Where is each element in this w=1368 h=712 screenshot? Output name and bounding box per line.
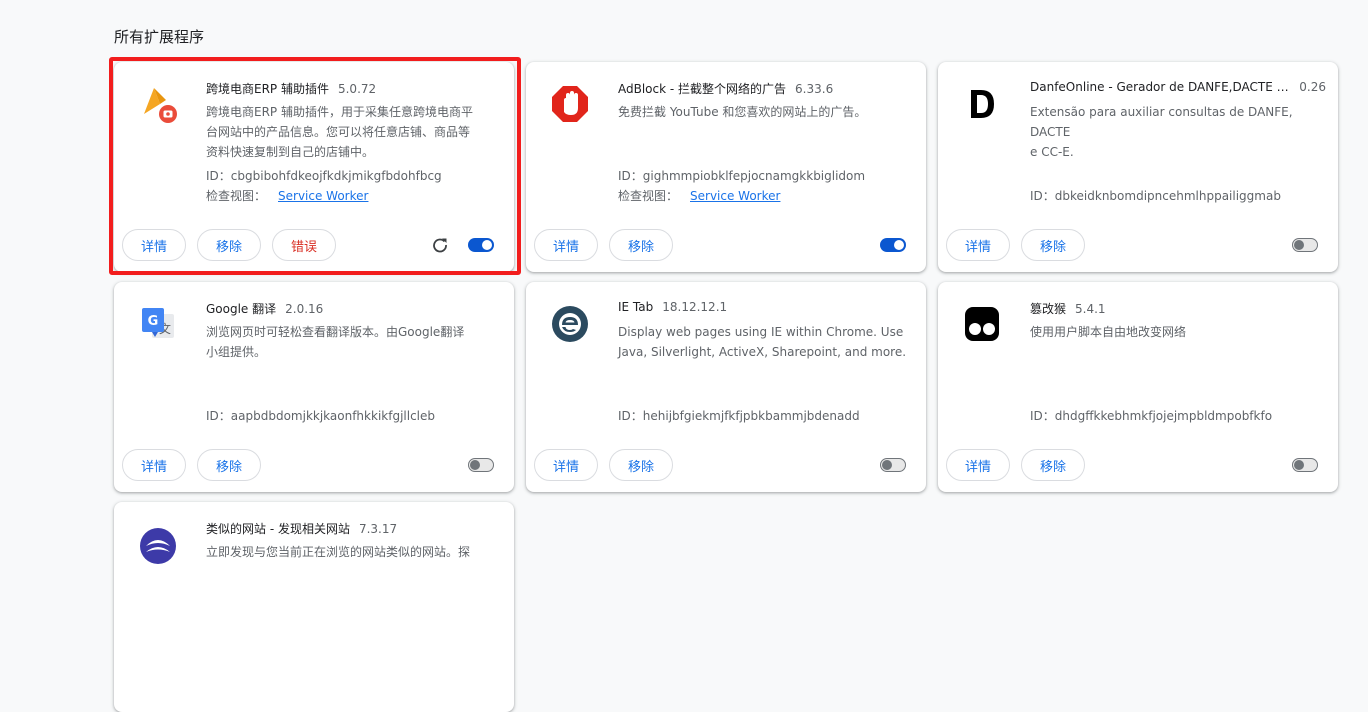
remove-button[interactable]: 移除 (1021, 449, 1085, 481)
enable-toggle[interactable] (1292, 458, 1318, 472)
erp-plugin-icon (138, 84, 178, 124)
extension-title: 跨境电商ERP 辅助插件 5.0.72 (206, 80, 502, 97)
extension-card-tampermonkey: 篡改猴 5.4.1 使用用户脚本自由地改变网络 ID：dhdgffkkebhmk… (938, 282, 1338, 492)
extension-title: Google 翻译 2.0.16 (206, 300, 502, 317)
description-line: Java, Silverlight, ActiveX, Sharepoint, … (618, 345, 907, 359)
extension-id: ID：dhdgffkkebhmkfjojejmpbldmpobfkfo (1030, 409, 1273, 423)
extension-version: 6.33.6 (795, 82, 834, 96)
extension-meta: ID：dbkeidknbomdipncehmlhppailiggmab (1030, 186, 1281, 206)
remove-button[interactable]: 移除 (197, 449, 261, 481)
enable-toggle[interactable] (880, 238, 906, 252)
extension-title: DanfeOnline - Gerador de DANFE,DACTE e..… (1030, 80, 1326, 94)
extension-card-erp: 跨境电商ERP 辅助插件 5.0.72 跨境电商ERP 辅助插件，用于采集任意跨… (114, 62, 514, 272)
extension-version: 18.12.12.1 (662, 300, 728, 314)
extension-description: 使用用户脚本自由地改变网络 (1030, 322, 1320, 342)
extension-name: AdBlock - 拦截整个网络的广告 (618, 82, 787, 96)
google-translate-icon: 文 G (138, 304, 178, 344)
extension-version: 0.26 (1299, 80, 1326, 94)
inspect-views-label: 检查视图： (206, 189, 267, 203)
details-button[interactable]: 详情 (534, 449, 598, 481)
enable-toggle[interactable] (468, 458, 494, 472)
enable-toggle[interactable] (1292, 238, 1318, 252)
description-line: Extensão para auxiliar consultas de DANF… (1030, 105, 1293, 139)
extension-description: 跨境电商ERP 辅助插件，用于采集任意跨境电商平 台网站中的产品信息。您可以将任… (206, 102, 496, 162)
description-line: Display web pages using IE within Chrome… (618, 325, 904, 339)
description-line: 小组提供。 (206, 345, 267, 359)
description-line: 台网站中的产品信息。您可以将任意店铺、商品等 (206, 125, 471, 139)
service-worker-link[interactable]: Service Worker (278, 189, 368, 203)
extension-id: ID：cbgbibohfdkeojfkdkjmikgfbdohfbcg (206, 169, 442, 183)
enable-toggle[interactable] (880, 458, 906, 472)
extension-name: 篡改猴 (1030, 302, 1067, 316)
remove-button[interactable]: 移除 (609, 449, 673, 481)
extension-version: 5.0.72 (337, 82, 377, 96)
remove-button[interactable]: 移除 (609, 229, 673, 261)
extension-card-similar-sites: 类似的网站 - 发现相关网站 7.3.17 立即发现与您当前正在浏览的网站类似的… (114, 502, 514, 712)
extension-meta: ID：aapbdbdomjkkjkaonfhkkikfgjllcleb (206, 406, 435, 426)
inspect-views: 检查视图： Service Worker (206, 186, 442, 206)
extension-id: ID：dbkeidknbomdipncehmlhppailiggmab (1030, 189, 1281, 203)
svg-text:G: G (148, 314, 159, 329)
extension-meta: ID：dhdgffkkebhmkfjojejmpbldmpobfkfo (1030, 406, 1272, 426)
extension-id: ID：gighmmpiobklfepjocnamgkkbiglidom (618, 169, 866, 183)
extension-meta: ID：hehijbfgiekmjfkfjpbkbammjbdenadd (618, 406, 860, 426)
extension-description: 免费拦截 YouTube 和您喜欢的网站上的广告。 (618, 102, 908, 122)
details-button[interactable]: 详情 (946, 449, 1010, 481)
extension-card-adblock: AdBlock - 拦截整个网络的广告 6.33.6 免费拦截 YouTube … (526, 62, 926, 272)
extension-id: ID：hehijbfgiekmjfkfjpbkbammjbdenadd (618, 409, 860, 423)
section-title: 所有扩展程序 (114, 28, 205, 46)
extension-title: 类似的网站 - 发现相关网站 7.3.17 (206, 520, 502, 537)
extension-name: 跨境电商ERP 辅助插件 (206, 82, 329, 96)
description-line: 资料快速复制到自己的店铺中。 (206, 145, 375, 159)
remove-button[interactable]: 移除 (1021, 229, 1085, 261)
remove-button[interactable]: 移除 (197, 229, 261, 261)
extension-name: DanfeOnline - Gerador de DANFE,DACTE e..… (1030, 80, 1291, 94)
description-line: 免费拦截 YouTube 和您喜欢的网站上的广告。 (618, 105, 867, 119)
tampermonkey-icon (962, 304, 1002, 344)
extension-card-ie-tab: IE Tab 18.12.12.1 Display web pages usin… (526, 282, 926, 492)
extension-version: 2.0.16 (285, 302, 324, 316)
extension-meta: ID：gighmmpiobklfepjocnamgkkbiglidom 检查视图… (618, 166, 865, 206)
ie-tab-icon (550, 304, 590, 344)
description-line: e CC-E. (1030, 145, 1074, 159)
details-button[interactable]: 详情 (122, 229, 186, 261)
enable-toggle[interactable] (468, 238, 494, 252)
extension-card-google-translate: 文 G Google 翻译 2.0.16 浏览网页时可轻松查看翻译版本。由Goo… (114, 282, 514, 492)
inspect-views: 检查视图： Service Worker (618, 186, 865, 206)
extension-version: 7.3.17 (358, 522, 398, 536)
details-button[interactable]: 详情 (534, 229, 598, 261)
service-worker-link[interactable]: Service Worker (690, 189, 780, 203)
details-button[interactable]: 详情 (122, 449, 186, 481)
extension-title: AdBlock - 拦截整个网络的广告 6.33.6 (618, 80, 914, 97)
description-line: 使用用户脚本自由地改变网络 (1030, 325, 1187, 339)
extension-name: 类似的网站 - 发现相关网站 (206, 522, 350, 536)
description-line: 立即发现与您当前正在浏览的网站类似的网站。探 (206, 545, 471, 559)
extension-name: IE Tab (618, 300, 654, 314)
details-button[interactable]: 详情 (946, 229, 1010, 261)
extension-meta: ID：cbgbibohfdkeojfkdkjmikgfbdohfbcg 检查视图… (206, 166, 442, 206)
extension-description: Display web pages using IE within Chrome… (618, 322, 908, 362)
reload-icon[interactable] (428, 233, 452, 257)
extension-id: ID：aapbdbdomjkkjkaonfhkkikfgjllcleb (206, 409, 435, 423)
extension-title: IE Tab 18.12.12.1 (618, 300, 914, 314)
description-line: 浏览网页时可轻松查看翻译版本。由Google翻译 (206, 325, 465, 339)
extension-description: 立即发现与您当前正在浏览的网站类似的网站。探 (206, 542, 496, 562)
adblock-hand-icon (550, 84, 590, 124)
errors-button[interactable]: 错误 (272, 229, 336, 261)
extension-version: 5.4.1 (1075, 302, 1106, 316)
similar-sites-icon (138, 524, 178, 564)
inspect-views-label: 检查视图： (618, 189, 679, 203)
extension-name: Google 翻译 (206, 302, 277, 316)
description-line: 跨境电商ERP 辅助插件，用于采集任意跨境电商平 (206, 105, 473, 119)
extension-description: 浏览网页时可轻松查看翻译版本。由Google翻译 小组提供。 (206, 322, 496, 362)
danfe-d-icon (962, 84, 1002, 124)
extension-description: Extensão para auxiliar consultas de DANF… (1030, 102, 1320, 162)
extension-title: 篡改猴 5.4.1 (1030, 300, 1326, 317)
extension-card-danfe: DanfeOnline - Gerador de DANFE,DACTE e..… (938, 62, 1338, 272)
